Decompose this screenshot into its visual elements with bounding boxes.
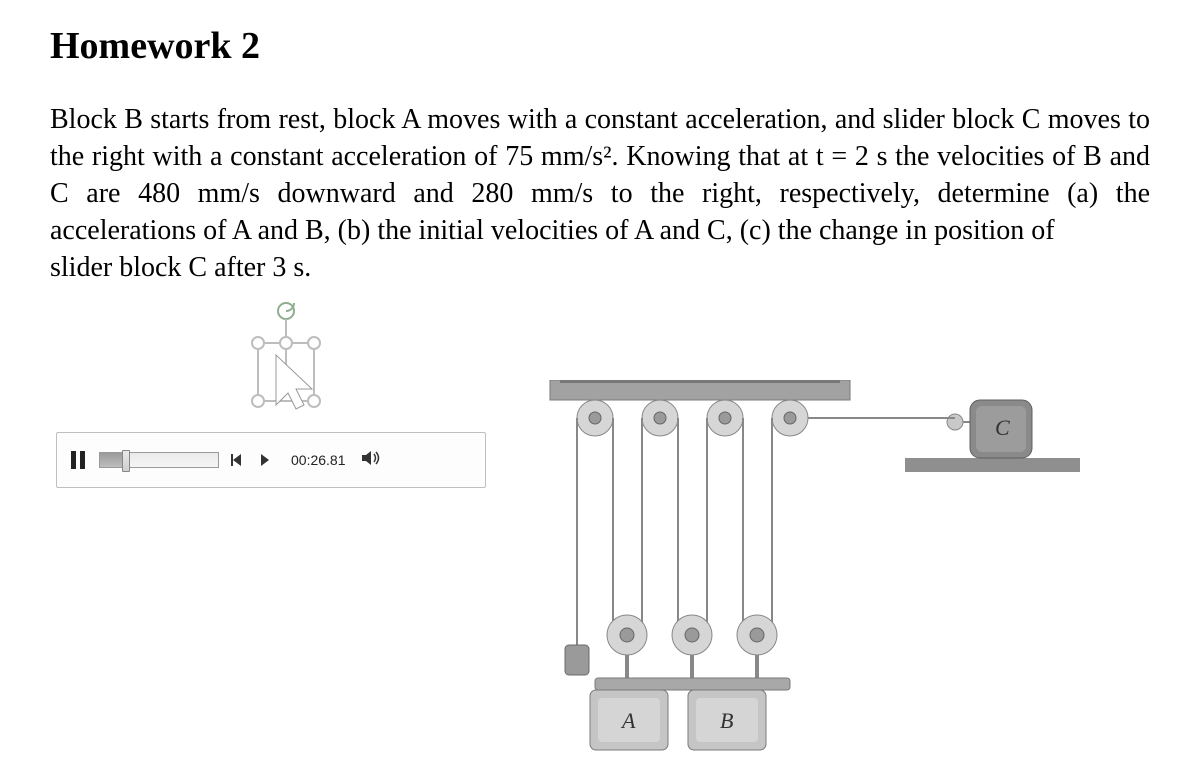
problem-statement: Block B starts from rest, block A moves … xyxy=(50,102,1150,250)
step-back-button[interactable] xyxy=(229,451,247,469)
page-title: Homework 2 xyxy=(50,24,1150,68)
label-B: B xyxy=(720,708,733,733)
volume-button[interactable] xyxy=(362,450,382,471)
step-back-icon xyxy=(231,453,245,467)
pulley-diagram: C xyxy=(510,380,1080,770)
media-player: 00:26.81 xyxy=(56,432,486,488)
volume-icon xyxy=(362,450,382,466)
problem-statement-tail: slider block C after 3 s. xyxy=(50,250,430,287)
progress-bar[interactable] xyxy=(99,452,219,468)
player-controls: 00:26.81 xyxy=(56,432,486,488)
progress-handle[interactable] xyxy=(122,450,130,472)
label-A: A xyxy=(620,708,636,733)
label-C: C xyxy=(995,415,1010,440)
pause-icon xyxy=(71,451,85,469)
step-forward-icon xyxy=(259,453,273,467)
step-forward-button[interactable] xyxy=(257,451,275,469)
pause-button[interactable] xyxy=(67,449,89,471)
time-display: 00:26.81 xyxy=(291,452,346,468)
animation-cursor-icon xyxy=(236,297,336,417)
